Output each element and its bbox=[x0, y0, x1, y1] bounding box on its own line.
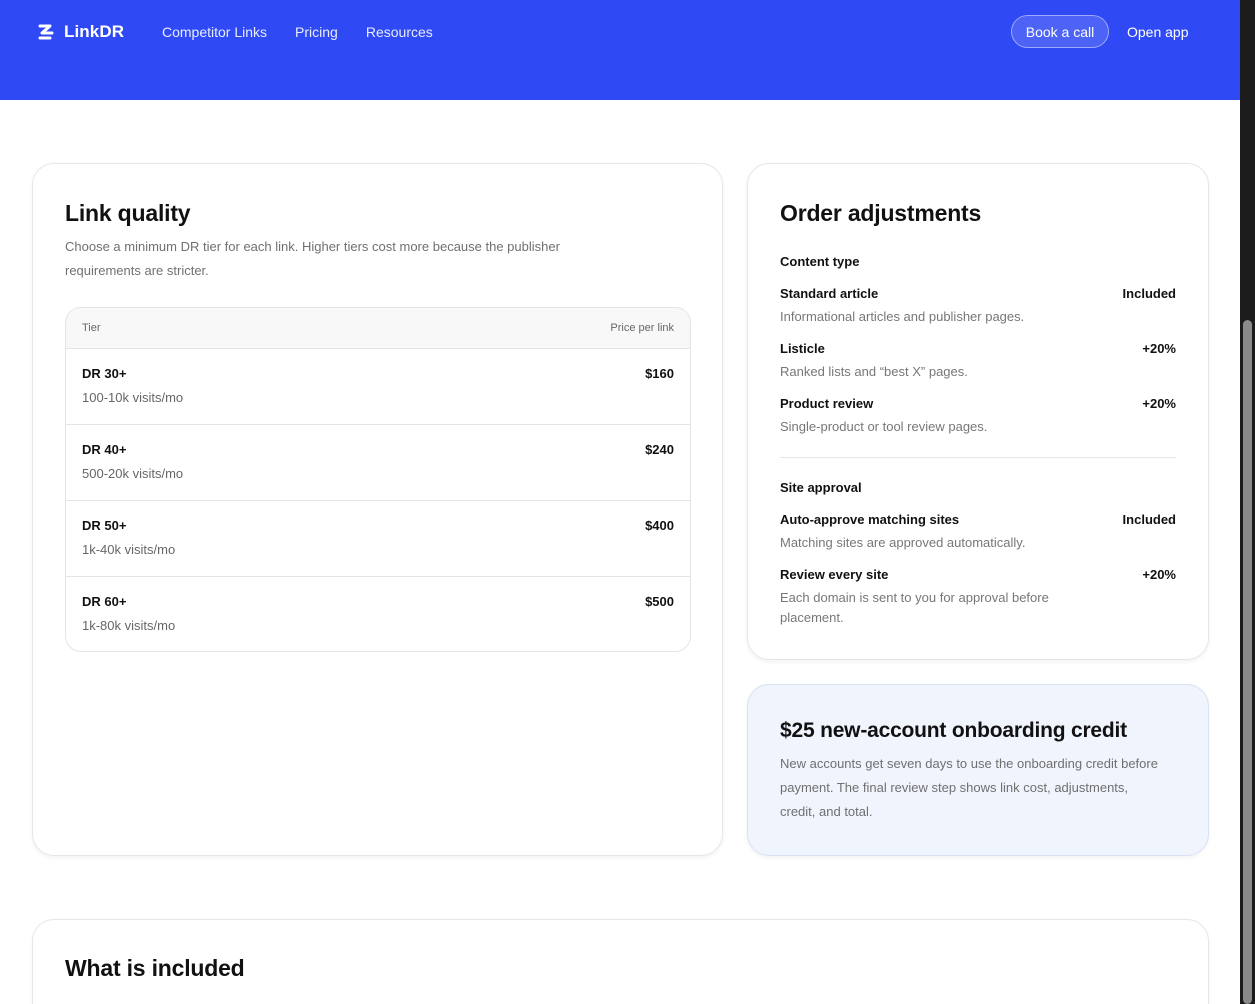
tier-price: $160 bbox=[645, 366, 674, 381]
section-divider bbox=[780, 457, 1176, 458]
credit-title: $25 new-account onboarding credit bbox=[780, 719, 1127, 742]
tier-name: DR 40+ bbox=[82, 442, 127, 457]
adjustment-name: Standard article bbox=[780, 286, 879, 301]
order-adjustments-card: Order adjustments Content type Standard … bbox=[747, 163, 1209, 660]
tier-table: Tier Price per link DR 30+ 100-10k visit… bbox=[65, 307, 691, 652]
tier-name: DR 60+ bbox=[82, 594, 127, 609]
tier-name: DR 50+ bbox=[82, 518, 127, 533]
adjustment-description: Single-product or tool review pages. bbox=[780, 419, 988, 434]
brand-logo[interactable]: LinkDR bbox=[36, 20, 124, 44]
adjustment-name: Product review bbox=[780, 396, 874, 411]
linkdr-logo-icon bbox=[38, 24, 54, 40]
tier-name: DR 30+ bbox=[82, 366, 127, 381]
link-quality-title: Link quality bbox=[65, 200, 191, 226]
tier-table-header: Tier Price per link bbox=[66, 308, 690, 349]
adjustment-name: Review every site bbox=[780, 567, 889, 582]
adjustment-description: Matching sites are approved automaticall… bbox=[780, 535, 1026, 550]
tier-column-header: Tier bbox=[82, 322, 101, 334]
adjustment-value: Included bbox=[1122, 286, 1176, 301]
open-app-link[interactable]: Open app bbox=[1127, 22, 1189, 42]
tier-traffic: 100-10k visits/mo bbox=[82, 390, 184, 405]
tier-row-dr40[interactable]: DR 40+ 500-20k visits/mo $240 bbox=[66, 425, 690, 501]
credit-description: New accounts get seven days to use the o… bbox=[780, 756, 1158, 819]
adjustment-product-review[interactable]: Product review +20% Single-product or to… bbox=[780, 396, 1176, 437]
adjustment-auto-approve[interactable]: Auto-approve matching sites Included Mat… bbox=[780, 512, 1176, 553]
adjustment-description: Ranked lists and “best X” pages. bbox=[780, 364, 968, 379]
what-is-included-title: What is included bbox=[65, 955, 245, 981]
adjustment-review-every-site[interactable]: Review every site +20% Each domain is se… bbox=[780, 567, 1176, 628]
tier-price: $400 bbox=[645, 518, 674, 533]
adjustment-value: +20% bbox=[1142, 567, 1176, 582]
nav-resources[interactable]: Resources bbox=[366, 22, 433, 42]
nav-competitor-links[interactable]: Competitor Links bbox=[162, 22, 267, 42]
tier-row-dr60[interactable]: DR 60+ 1k-80k visits/mo $500 bbox=[66, 577, 690, 651]
tier-price: $240 bbox=[645, 442, 674, 457]
link-quality-description: Choose a minimum DR tier for each link. … bbox=[65, 239, 560, 278]
tier-row-dr30[interactable]: DR 30+ 100-10k visits/mo $160 bbox=[66, 349, 690, 425]
adjustment-listicle[interactable]: Listicle +20% Ranked lists and “best X” … bbox=[780, 341, 1176, 382]
adjustment-description: Informational articles and publisher pag… bbox=[780, 309, 1025, 324]
adjustment-name: Listicle bbox=[780, 341, 825, 356]
top-navigation-bar: LinkDR Competitor Links Pricing Resource… bbox=[0, 0, 1240, 100]
scrollbar-thumb[interactable] bbox=[1243, 320, 1252, 1004]
main-nav: Competitor Links Pricing Resources bbox=[162, 22, 433, 42]
adjustment-value: +20% bbox=[1142, 341, 1176, 356]
tier-price: $500 bbox=[645, 594, 674, 609]
tier-traffic: 500-20k visits/mo bbox=[82, 466, 184, 481]
adjustment-standard-article[interactable]: Standard article Included Informational … bbox=[780, 286, 1176, 327]
content-type-label: Content type bbox=[780, 254, 860, 269]
brand-name: LinkDR bbox=[64, 22, 125, 41]
order-adjustments-title: Order adjustments bbox=[780, 200, 982, 226]
adjustment-description: Each domain is sent to you for approval … bbox=[780, 590, 1049, 625]
what-is-included-card: What is included bbox=[32, 919, 1209, 1004]
tier-row-dr50[interactable]: DR 50+ 1k-40k visits/mo $400 bbox=[66, 501, 690, 577]
link-quality-card: Link quality Choose a minimum DR tier fo… bbox=[32, 163, 723, 856]
tier-traffic: 1k-40k visits/mo bbox=[82, 542, 176, 557]
price-column-header: Price per link bbox=[610, 322, 674, 334]
adjustment-name: Auto-approve matching sites bbox=[780, 512, 960, 527]
adjustment-value: +20% bbox=[1142, 396, 1176, 411]
tier-traffic: 1k-80k visits/mo bbox=[82, 618, 176, 633]
book-call-button[interactable]: Book a call bbox=[1011, 15, 1109, 48]
site-approval-label: Site approval bbox=[780, 480, 862, 495]
nav-pricing[interactable]: Pricing bbox=[295, 22, 338, 42]
onboarding-credit-card: $25 new-account onboarding credit New ac… bbox=[747, 684, 1209, 856]
adjustment-value: Included bbox=[1122, 512, 1176, 527]
